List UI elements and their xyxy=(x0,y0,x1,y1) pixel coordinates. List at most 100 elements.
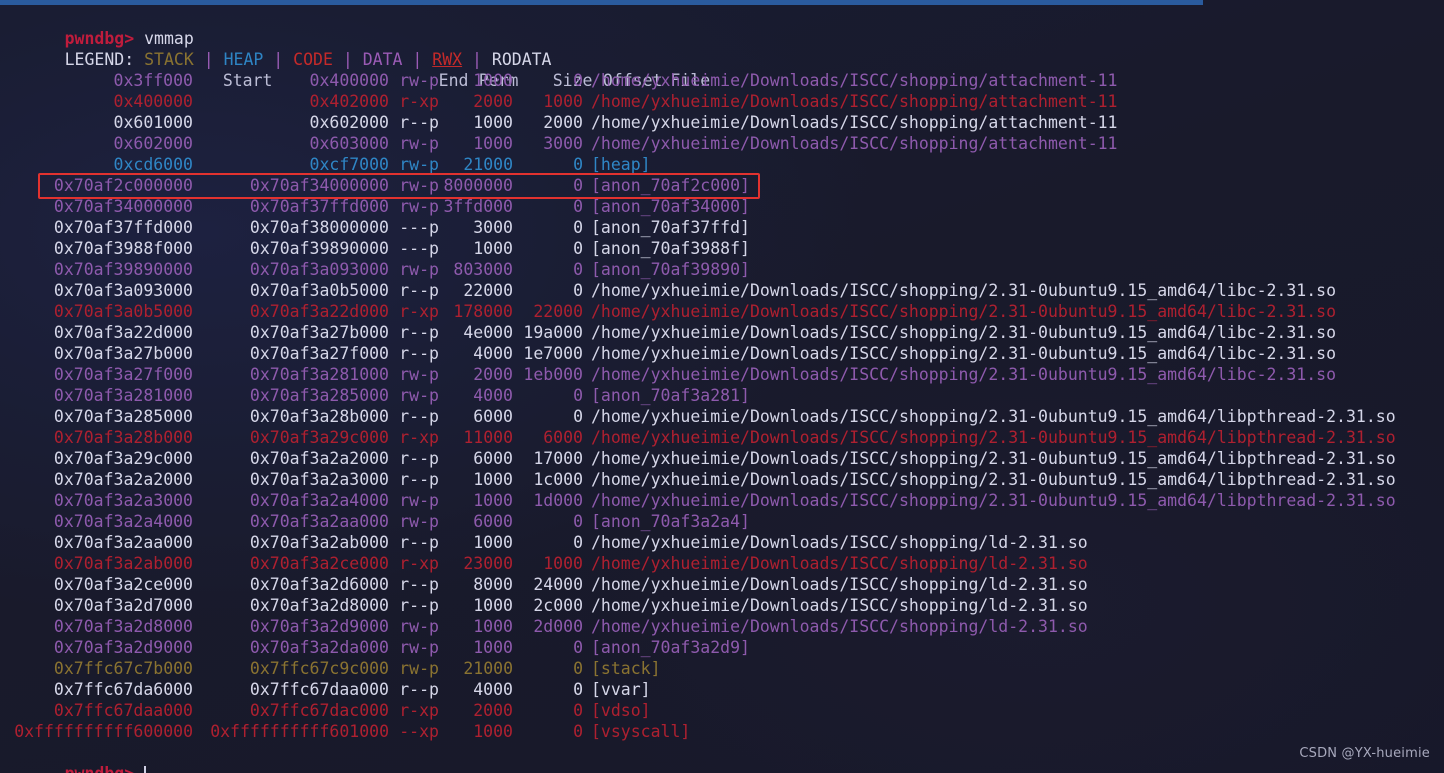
cell-offset: 1000 xyxy=(543,554,583,573)
table-row: 0x70af3a28b000 0x70af3a29c000 r-xp 11000 600… xyxy=(0,427,1444,448)
cell-offset: 0 xyxy=(573,155,583,174)
cell-perm: rw-p xyxy=(399,155,439,174)
table-row: 0x70af3a0b5000 0x70af3a22d000 r-xp 178000 22… xyxy=(0,301,1444,322)
table-row: 0x70af3a2d8000 0x70af3a2d9000 rw-p 1000 2d00… xyxy=(0,616,1444,637)
cell-perm: r-xp xyxy=(399,92,439,111)
cell-offset: 24000 xyxy=(533,575,583,594)
command-line: pwndbg> vmmap xyxy=(0,7,1444,48)
cell-end: 0x70af3a281000 xyxy=(249,365,389,384)
cell-start: 0x70af3a2ce000 xyxy=(53,575,193,594)
table-row: 0xffffffffff600000 0xffffffffff601000 --xp… xyxy=(0,721,1444,742)
cell-offset: 1e7000 xyxy=(523,344,583,363)
cell-perm: --xp xyxy=(399,722,439,741)
cell-start: 0x70af3a2a4000 xyxy=(53,512,193,531)
cell-perm: rw-p xyxy=(399,197,439,216)
cell-end: 0x70af3a22d000 xyxy=(249,302,389,321)
cell-perm: r-xp xyxy=(399,554,439,573)
cell-end: 0x70af3a2ab000 xyxy=(249,533,389,552)
cell-offset: 22000 xyxy=(533,302,583,321)
cell-start: 0x70af39890000 xyxy=(53,260,193,279)
cell-end: 0x70af3a2d9000 xyxy=(249,617,389,636)
cell-file: [stack] xyxy=(591,659,661,678)
cell-start: 0xcd6000 xyxy=(113,155,193,174)
cell-file: /home/yxhueimie/Downloads/ISCC/shopping/… xyxy=(591,470,1396,489)
table-row: 0x70af39890000 0x70af3a093000 rw-p 803000 0 [… xyxy=(0,259,1444,280)
cell-start: 0x3ff000 xyxy=(113,71,193,90)
cell-file: /home/yxhueimie/Downloads/ISCC/shopping/… xyxy=(591,533,1088,552)
cell-start: 0x70af3a2d8000 xyxy=(53,617,193,636)
cell-size: 1000 xyxy=(473,617,513,636)
cell-size: 23000 xyxy=(463,554,513,573)
cell-end: 0x402000 xyxy=(309,92,389,111)
cell-offset: 0 xyxy=(573,281,583,300)
bottom-prompt-line[interactable]: pwndbg> xyxy=(0,742,1444,773)
cell-end: 0x70af3a2d8000 xyxy=(249,596,389,615)
cell-offset: 2c000 xyxy=(533,596,583,615)
cell-file: [anon_70af34000] xyxy=(591,197,750,216)
cell-size: 11000 xyxy=(463,428,513,447)
cell-size: 4000 xyxy=(473,680,513,699)
terminal-window: pwndbg> vmmap LEGEND: STACK | HEAP | COD… xyxy=(0,0,1444,773)
terminal-screen[interactable]: pwndbg> vmmap LEGEND: STACK | HEAP | COD… xyxy=(0,7,1444,773)
text-cursor xyxy=(144,766,147,773)
cell-end: 0x70af37ffd000 xyxy=(249,197,389,216)
cell-size: 6000 xyxy=(473,512,513,531)
cell-size: 1000 xyxy=(473,491,513,510)
cell-file: /home/yxhueimie/Downloads/ISCC/shopping/… xyxy=(591,617,1088,636)
table-row: 0x70af3a2d7000 0x70af3a2d8000 r--p 1000 2c00… xyxy=(0,595,1444,616)
cell-end: 0x603000 xyxy=(309,134,389,153)
table-row: 0x70af3a285000 0x70af3a28b000 r--p 6000 0/ho… xyxy=(0,406,1444,427)
cell-perm: r-xp xyxy=(399,701,439,720)
cell-size: 2000 xyxy=(473,365,513,384)
cell-size: 4e000 xyxy=(463,323,513,342)
cell-offset: 0 xyxy=(573,512,583,531)
cell-size: 4000 xyxy=(473,386,513,405)
cell-start: 0x70af3a27b000 xyxy=(53,344,193,363)
cell-start: 0x70af3a27f000 xyxy=(53,365,193,384)
cell-end: 0x7ffc67dac000 xyxy=(249,701,389,720)
cell-perm: rw-p xyxy=(399,386,439,405)
cell-offset: 0 xyxy=(573,659,583,678)
cell-end: 0x7ffc67c9c000 xyxy=(249,659,389,678)
cell-end: 0x70af3a093000 xyxy=(249,260,389,279)
cell-perm: rw-p xyxy=(399,260,439,279)
cell-file: /home/yxhueimie/Downloads/ISCC/shopping/… xyxy=(591,596,1088,615)
table-row: 0x70af3a2ab000 0x70af3a2ce000 r-xp 23000 100… xyxy=(0,553,1444,574)
cell-file: [anon_70af37ffd] xyxy=(591,218,750,237)
cell-offset: 0 xyxy=(573,680,583,699)
cell-size: 21000 xyxy=(463,155,513,174)
cell-start: 0x70af2c000000 xyxy=(53,176,193,195)
cell-offset: 0 xyxy=(573,701,583,720)
cell-perm: rw-p xyxy=(399,617,439,636)
cell-start: 0x70af3a28b000 xyxy=(53,428,193,447)
cell-perm: rw-p xyxy=(399,134,439,153)
cell-perm: rw-p xyxy=(399,512,439,531)
cell-offset: 17000 xyxy=(533,449,583,468)
table-row: 0x400000 0x402000 r-xp 2000 1000/home/yxhuei… xyxy=(0,91,1444,112)
cell-perm: rw-p xyxy=(399,659,439,678)
table-row: 0x602000 0x603000 rw-p 1000 3000/home/yxhuei… xyxy=(0,133,1444,154)
cell-offset: 19a000 xyxy=(523,323,583,342)
cell-size: 3ffd000 xyxy=(443,197,513,216)
cell-size: 21000 xyxy=(463,659,513,678)
cell-offset: 0 xyxy=(573,71,583,90)
cell-size: 4000 xyxy=(473,344,513,363)
cell-file: /home/yxhueimie/Downloads/ISCC/shopping/… xyxy=(591,92,1118,111)
cell-start: 0x70af3a2aa000 xyxy=(53,533,193,552)
cell-file: [anon_70af3988f] xyxy=(591,239,750,258)
cell-size: 6000 xyxy=(473,449,513,468)
cell-start: 0x70af3a093000 xyxy=(53,281,193,300)
cell-start: 0x70af3a2d9000 xyxy=(53,638,193,657)
cell-perm: ---p xyxy=(399,218,439,237)
cell-start: 0x70af3a0b5000 xyxy=(53,302,193,321)
cell-size: 8000000 xyxy=(443,176,513,195)
cell-offset: 0 xyxy=(573,722,583,741)
cell-end: 0x70af3a2d6000 xyxy=(249,575,389,594)
cell-file: [anon_70af3a2a4] xyxy=(591,512,750,531)
cell-perm: r--p xyxy=(399,470,439,489)
cell-perm: rw-p xyxy=(399,638,439,657)
cell-offset: 0 xyxy=(573,407,583,426)
cell-start: 0x7ffc67c7b000 xyxy=(53,659,193,678)
cell-offset: 0 xyxy=(573,197,583,216)
cell-offset: 2d000 xyxy=(533,617,583,636)
